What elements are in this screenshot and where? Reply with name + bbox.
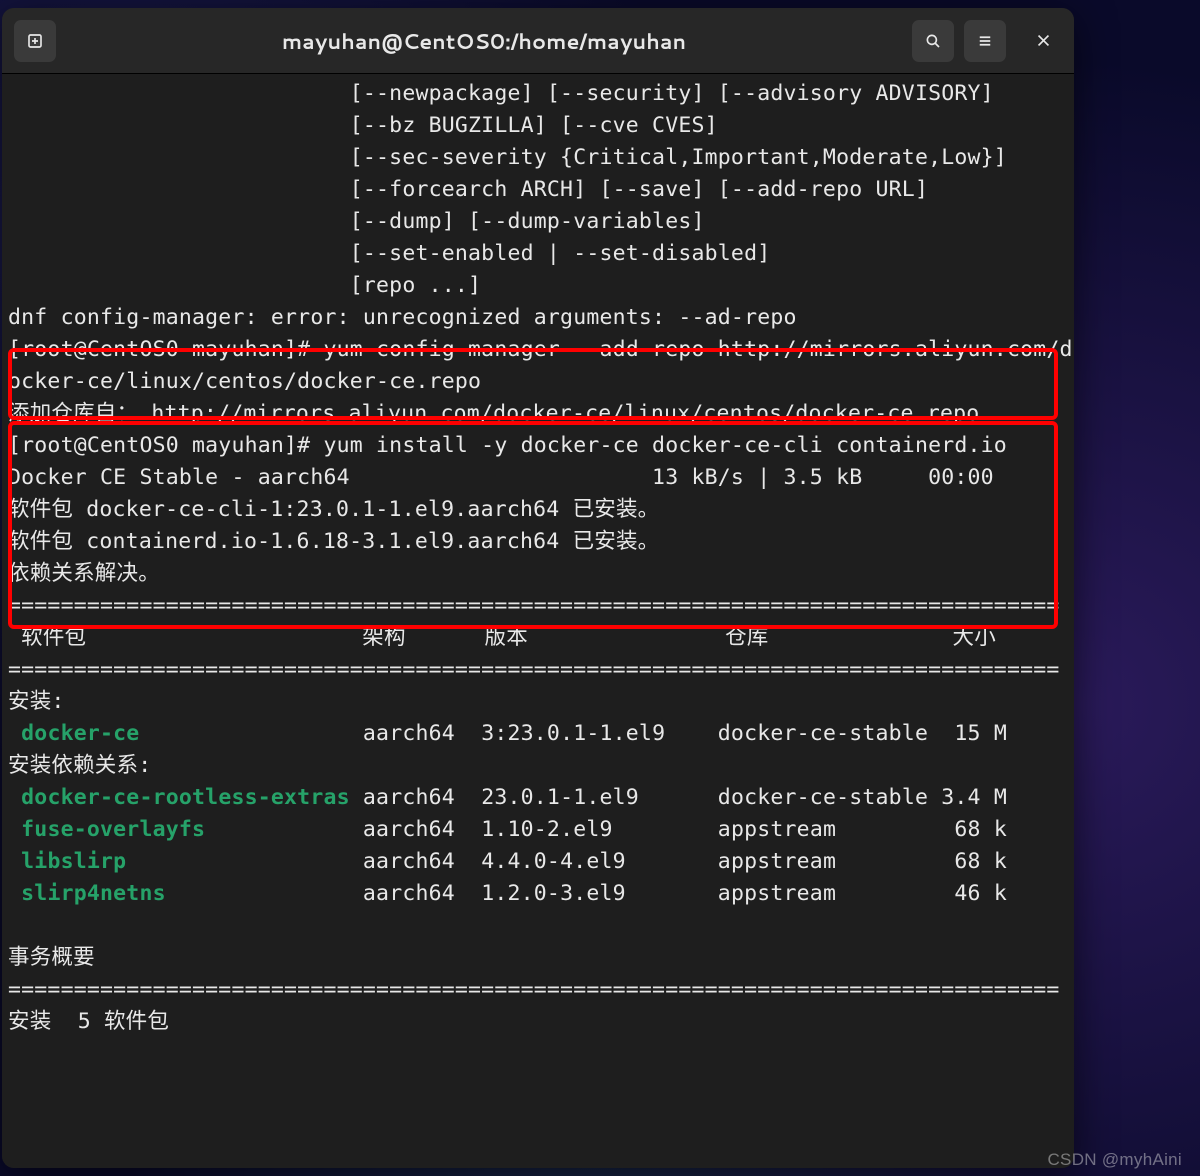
search-button[interactable] <box>912 20 954 62</box>
menu-button[interactable] <box>964 20 1006 62</box>
watermark: CSDN @myhAini <box>1047 1150 1182 1170</box>
hamburger-icon <box>976 32 994 50</box>
terminal-body[interactable]: [--newpackage] [--security] [--advisory … <box>2 74 1074 1168</box>
titlebar: mayuhan@CentOS0:/home/mayuhan <box>2 8 1074 74</box>
close-icon <box>1035 32 1052 49</box>
window-title: mayuhan@CentOS0:/home/mayuhan <box>64 26 904 56</box>
new-tab-icon <box>26 32 44 50</box>
new-tab-button[interactable] <box>14 20 56 62</box>
close-button[interactable] <box>1024 22 1062 60</box>
terminal-output[interactable]: [--newpackage] [--security] [--advisory … <box>2 74 1074 1168</box>
terminal-window: mayuhan@CentOS0:/home/mayuhan <box>2 8 1074 1168</box>
search-icon <box>924 32 942 50</box>
